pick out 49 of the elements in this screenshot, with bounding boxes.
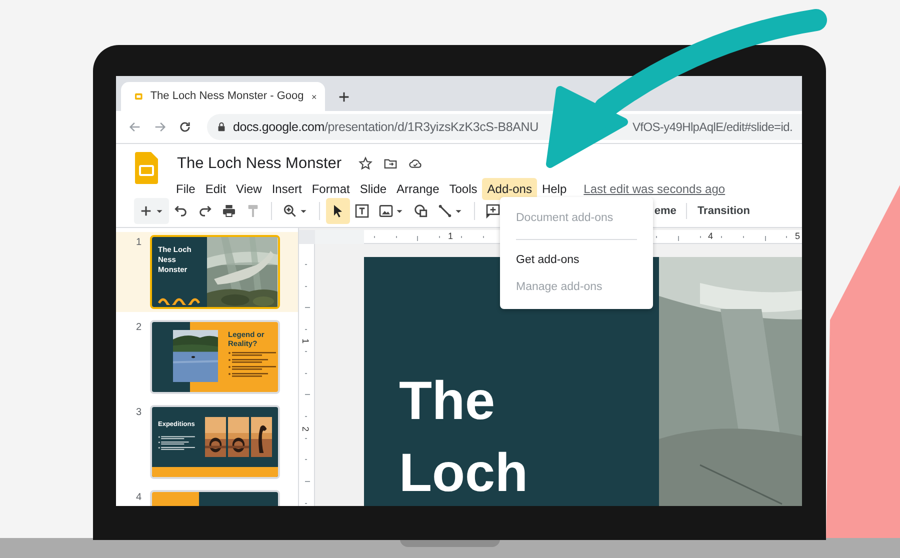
ruler-number: 2 [300,426,310,432]
ruler-number: 5 [795,230,800,243]
lock-icon [216,121,227,133]
menu-item[interactable]: Insert [266,178,307,200]
menu-item[interactable]: Add-ons [482,178,537,200]
back-icon [128,120,142,134]
slide-number: 1 [136,236,141,250]
url-text: docs.google.com/presentation/d/1R3yizsKzK3cS-B8ANU [233,118,538,136]
undo-icon [173,203,189,219]
slide-number: 3 [136,406,141,420]
ruler-number: 4 [708,230,714,243]
comment-icon [485,203,501,219]
menu-item[interactable]: Edit [200,178,232,200]
menu-item[interactable]: Format [306,178,355,200]
select-tool-button[interactable] [326,198,350,224]
url-text: VfOS-y49HlpAqlE/edit#slide=id. [632,119,793,136]
slides-logo-icon [135,152,158,184]
image-icon [378,203,394,219]
toolbar-text-button[interactable]: Transition [693,200,754,222]
print-icon [221,203,237,219]
menu-item[interactable]: Slide [354,178,392,200]
forward-icon [153,120,167,134]
menu-item[interactable]: File [171,178,200,200]
bullet-lines-drawing [228,351,278,379]
slide-title: The Loch [399,370,529,505]
new-tab-icon [337,90,351,104]
slide-number: 4 [136,491,141,505]
line-icon [437,203,453,219]
folder-icon [382,156,398,172]
dropdown-item[interactable]: Get add-ons [500,247,653,274]
menu-item[interactable]: View [231,178,267,200]
ruler-number: 1 [448,230,454,243]
reload-icon [178,120,192,134]
shape-icon [413,203,429,219]
star-icon [358,156,373,172]
slide-number: 2 [136,321,141,335]
browser-tab[interactable]: The Loch Ness Monster - Goog [121,82,325,111]
add-button[interactable] [134,198,169,224]
menu-item[interactable]: Help [536,178,572,200]
tab-title: The Loch Ness Monster - Goog [150,89,304,104]
textbox-icon [354,203,370,219]
last-edit-link[interactable]: Last edit was seconds ago [584,180,726,198]
menu-item[interactable]: Arrange [392,178,444,200]
redo-icon [197,203,213,219]
document-title[interactable]: The Loch Ness Monster [177,152,342,176]
toolbar-text-button[interactable]: eme [650,200,680,222]
menu-item[interactable]: Tools [444,178,482,200]
zoom-icon [282,203,298,219]
ruler-number: 1 [300,338,310,344]
